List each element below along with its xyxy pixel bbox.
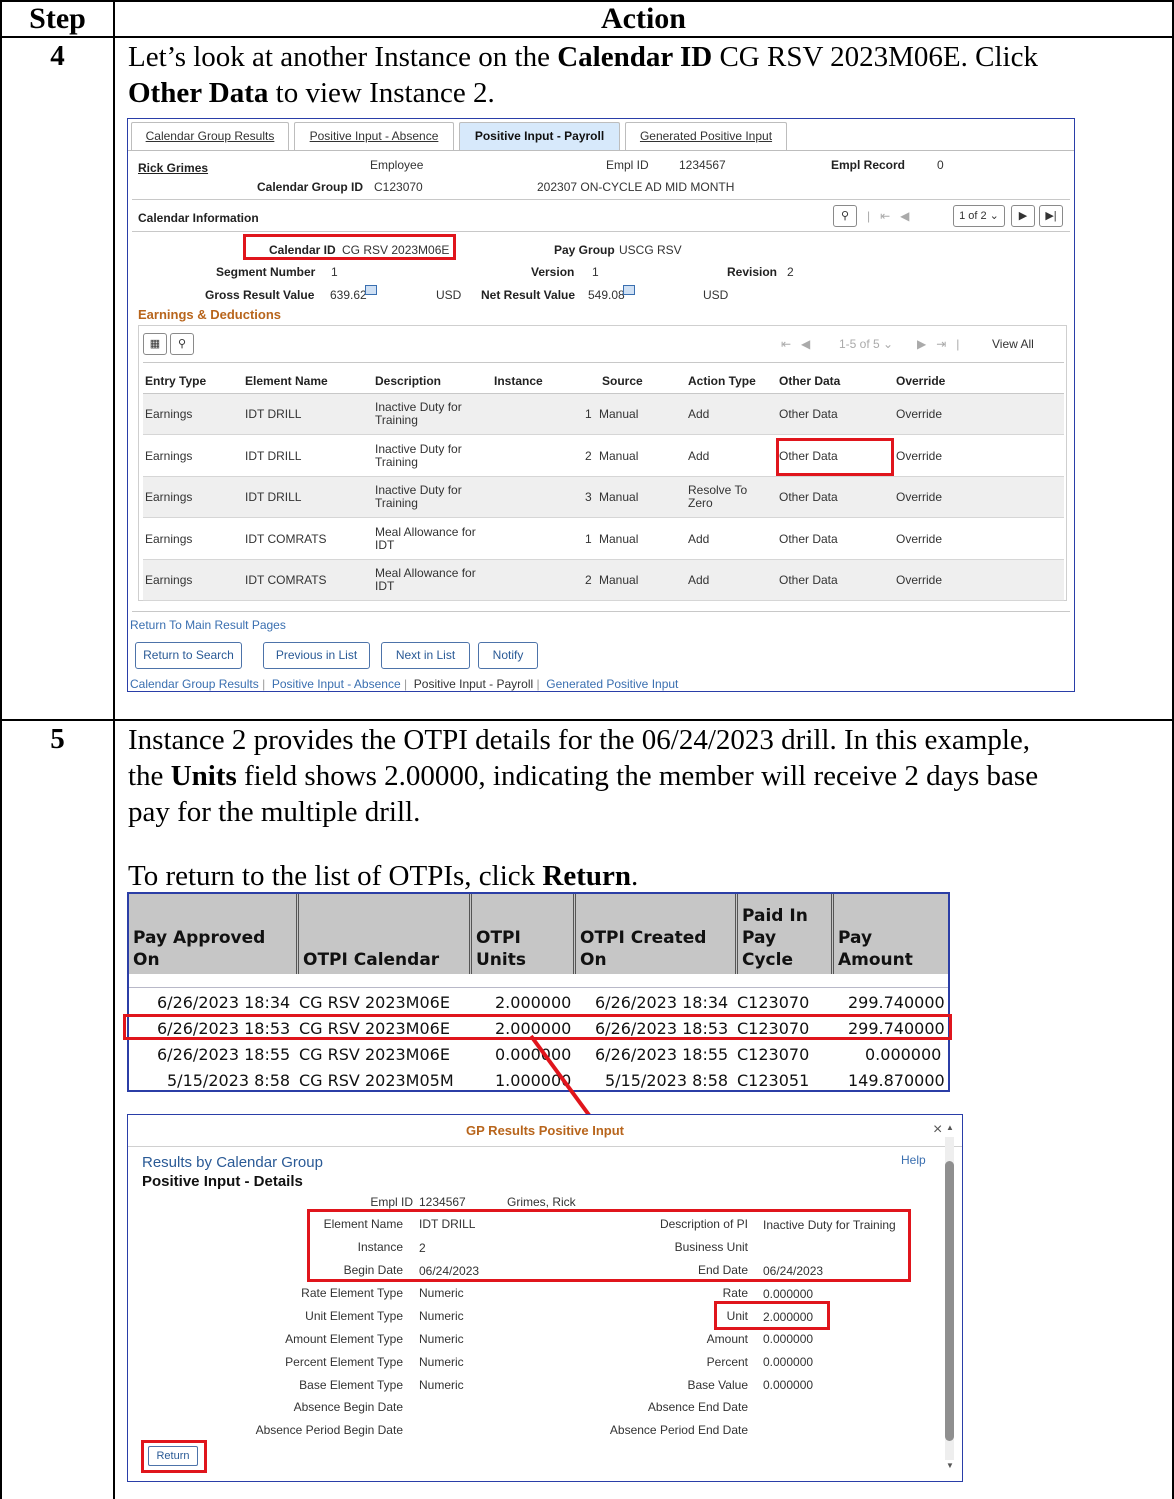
- results-by-calendar-group: Results by Calendar Group: [142, 1154, 323, 1171]
- percent-element-type-label: Percent Element Type: [285, 1355, 403, 1369]
- rate-element-type-value: Numeric: [419, 1286, 464, 1300]
- base-element-type-value: Numeric: [419, 1378, 464, 1392]
- close-icon[interactable]: ×: [933, 1121, 942, 1139]
- return-highlight: [141, 1440, 207, 1473]
- amount-label: Amount: [706, 1332, 748, 1346]
- unit-highlight: [714, 1301, 830, 1330]
- absence-period-end-date-label: Absence Period End Date: [609, 1423, 748, 1437]
- rate-element-type-label: Rate Element Type: [301, 1286, 403, 1300]
- percent-label: Percent: [706, 1355, 748, 1369]
- base-value-label: Base Value: [687, 1378, 749, 1392]
- absence-end-date-label: Absence End Date: [647, 1400, 748, 1414]
- absence-period-begin-date-label: Absence Period Begin Date: [255, 1423, 403, 1437]
- percent-value: 0.000000: [763, 1355, 814, 1369]
- absence-begin-date-label: Absence Begin Date: [293, 1400, 403, 1414]
- rate-value: 0.000000: [763, 1287, 814, 1301]
- base-value-value: 0.000000: [763, 1378, 814, 1392]
- scroll-up-icon[interactable]: ▲: [946, 1123, 954, 1132]
- amount-element-type-value: Numeric: [419, 1332, 464, 1346]
- amount-element-type-label: Amount Element Type: [285, 1332, 403, 1346]
- unit-element-type-label: Unit Element Type: [305, 1309, 403, 1323]
- details-highlight: [307, 1209, 911, 1282]
- empl-id-label: Empl ID: [370, 1195, 413, 1209]
- gp-results-modal: GP Results Positive Input × Results by C…: [127, 1114, 963, 1482]
- base-element-type-label: Base Element Type: [299, 1378, 403, 1392]
- percent-element-type-value: Numeric: [419, 1355, 464, 1369]
- help-link[interactable]: Help: [901, 1153, 926, 1167]
- amount-value: 0.000000: [763, 1332, 814, 1346]
- section-title: Positive Input - Details: [142, 1173, 303, 1190]
- modal-title: GP Results Positive Input: [466, 1123, 624, 1138]
- unit-element-type-value: Numeric: [419, 1309, 464, 1323]
- modal-scrollbar[interactable]: [945, 1137, 954, 1460]
- scroll-down-icon[interactable]: ▼: [946, 1461, 954, 1470]
- rate-label: Rate: [722, 1286, 748, 1300]
- empl-id-value: 1234567: [419, 1195, 466, 1209]
- scrollbar-thumb[interactable]: [945, 1161, 954, 1441]
- employee-name-value: Grimes, Rick: [507, 1195, 576, 1209]
